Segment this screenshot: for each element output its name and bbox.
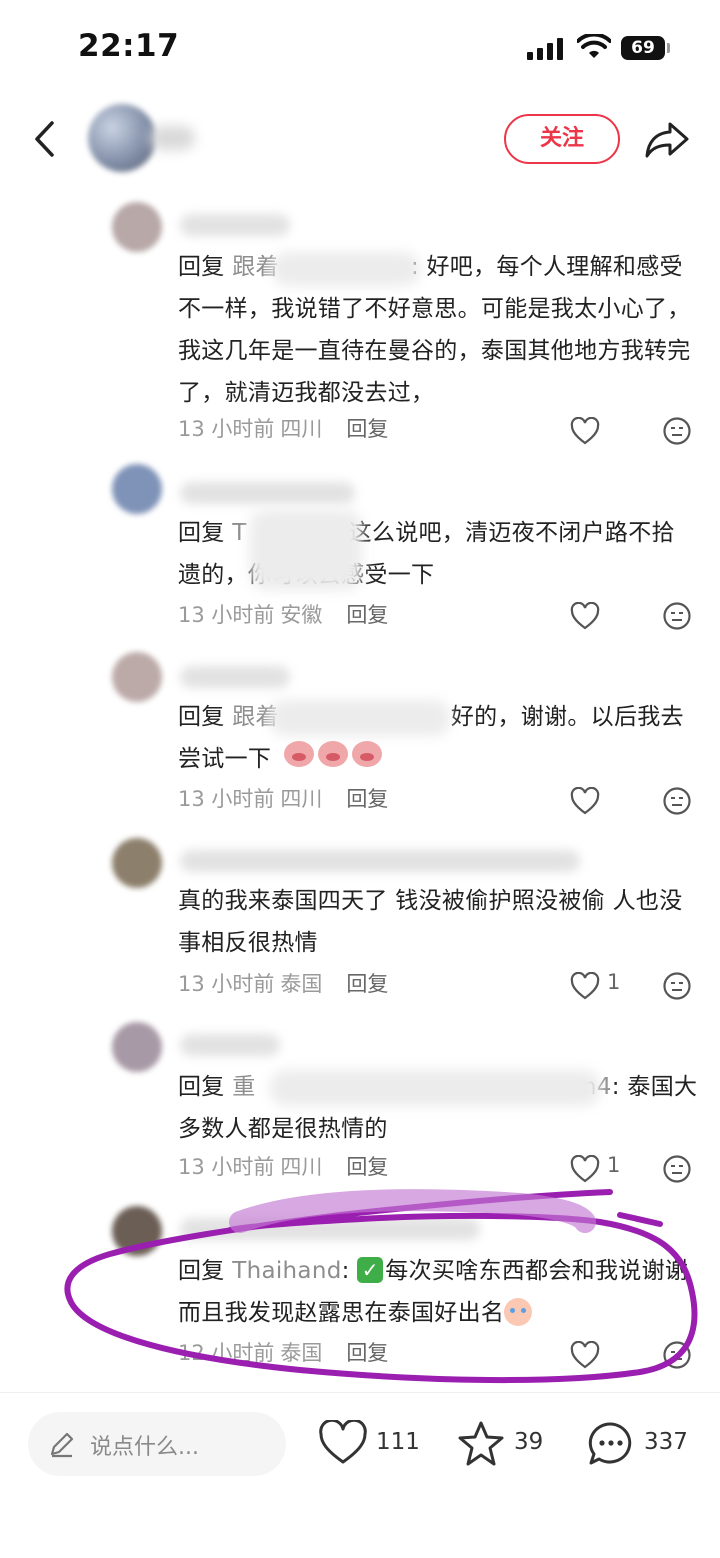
dislike-face-icon[interactable] bbox=[662, 601, 692, 631]
commenter-avatar[interactable] bbox=[112, 1206, 162, 1256]
check-mark-emoji-icon: ✓ bbox=[357, 1256, 384, 1283]
pig-emoji-group bbox=[284, 741, 386, 770]
comment-meta: 13 小时前 四川 回复 bbox=[178, 1155, 389, 1179]
star-icon bbox=[458, 1421, 504, 1466]
commenter-avatar[interactable] bbox=[112, 652, 162, 702]
comment-item-highlighted: 回复 Thaihand: ✓ 每次买啥东西都会和我说谢谢 而且我发现赵露思在泰国好… bbox=[0, 1202, 720, 1382]
comment-item: 回复 跟着 好的，谢谢。以后我去尝试一下 13 小时前 四川 回复 bbox=[0, 648, 720, 828]
reply-button[interactable]: 回复 bbox=[346, 603, 388, 627]
comment-meta: 13 小时前 安徽 回复 bbox=[178, 603, 389, 627]
reply-button[interactable]: 回复 bbox=[346, 417, 388, 441]
signal-icon bbox=[527, 38, 565, 60]
comment-item: 回复 T这么说吧，清迈夜不闭户路不拾遗的，你可以去感受一下 13 小时前安徽回复 bbox=[0, 460, 720, 640]
commenter-avatar[interactable] bbox=[112, 202, 162, 252]
dislike-face-icon[interactable] bbox=[662, 786, 692, 816]
mention-redaction bbox=[272, 252, 420, 286]
heart-icon[interactable] bbox=[570, 972, 600, 1000]
author-name-redacted bbox=[150, 126, 195, 150]
comment-meta: 13 小时前 四川 回复 bbox=[178, 417, 389, 441]
heart-icon[interactable] bbox=[570, 787, 600, 815]
comment-input[interactable]: 说点什么... bbox=[28, 1412, 286, 1476]
dislike-face-icon[interactable] bbox=[662, 1154, 692, 1184]
pencil-icon bbox=[50, 1432, 74, 1458]
heart-icon[interactable] bbox=[570, 1341, 600, 1369]
comment-meta: 13 小时前 四川 回复 bbox=[178, 787, 389, 811]
reply-button[interactable]: 回复 bbox=[346, 972, 388, 996]
back-arrow-icon[interactable] bbox=[30, 120, 60, 158]
commenter-avatar[interactable] bbox=[112, 838, 162, 888]
commenter-name-redacted bbox=[180, 214, 290, 236]
comment-meta: 13 小时前 泰国 回复 bbox=[178, 972, 389, 996]
comment-text: 回复 跟着: 好吧，每个人理解和感受不一样，我说错了不好意思。可能是我太小心了，… bbox=[178, 254, 691, 406]
pig-emoji-icon bbox=[352, 741, 382, 767]
collect-button[interactable]: 39 bbox=[456, 1420, 551, 1468]
heart-icon[interactable] bbox=[570, 417, 600, 445]
dislike-face-icon[interactable] bbox=[662, 1340, 692, 1370]
heart-icon[interactable] bbox=[570, 1155, 600, 1183]
dislike-face-icon[interactable] bbox=[662, 971, 692, 1001]
mention-redaction bbox=[270, 700, 450, 736]
comment-meta: 12 小时前 泰国 回复 bbox=[178, 1341, 389, 1365]
like-button[interactable]: 111 bbox=[318, 1420, 420, 1468]
comment-text: 回复 Thaihand: ✓ 每次买啥东西都会和我说谢谢 而且我发现赵露思在泰国好… bbox=[178, 1256, 689, 1326]
comment-button[interactable]: 337 bbox=[586, 1420, 696, 1468]
comment-item: 回复 跟着: 好吧，每个人理解和感受不一样，我说错了不好意思。可能是我太小心了，… bbox=[0, 196, 720, 456]
reply-button[interactable]: 回复 bbox=[346, 1155, 388, 1179]
battery-tip bbox=[667, 43, 670, 53]
commenter-avatar[interactable] bbox=[112, 1022, 162, 1072]
mention-redaction bbox=[270, 1070, 600, 1106]
follow-button[interactable]: 关注 bbox=[504, 114, 620, 164]
commenter-name-redacted bbox=[180, 850, 580, 872]
bottom-divider bbox=[0, 1392, 720, 1393]
pig-emoji-icon bbox=[284, 741, 314, 767]
like-count: 1 bbox=[607, 1153, 621, 1177]
battery-icon: 69 bbox=[621, 36, 665, 60]
reply-button[interactable]: 回复 bbox=[346, 787, 388, 811]
heart-icon[interactable] bbox=[570, 602, 600, 630]
post-header: 关注 bbox=[0, 96, 720, 186]
commenter-name-redacted bbox=[180, 1034, 280, 1056]
status-time: 22:17 bbox=[78, 28, 180, 64]
comment-text: 真的我来泰国四天了 钱没被偷护照没被偷 人也没事相反很热情 bbox=[178, 888, 683, 956]
collect-count: 39 bbox=[514, 1429, 544, 1455]
status-bar: 22:17 69 bbox=[0, 0, 720, 96]
input-placeholder: 说点什么... bbox=[90, 1435, 199, 1460]
comment-bubble-icon bbox=[588, 1422, 632, 1465]
reply-button[interactable]: 回复 bbox=[346, 1341, 388, 1365]
comment-item: 真的我来泰国四天了 钱没被偷护照没被偷 人也没事相反很热情 13 小时前 泰国 回复… bbox=[0, 834, 720, 1014]
pig-emoji-icon bbox=[318, 741, 348, 767]
share-icon[interactable] bbox=[644, 120, 690, 160]
author-avatar[interactable] bbox=[88, 104, 156, 172]
commenter-name-redacted bbox=[180, 666, 290, 688]
comment-item: 回复 重on4: 泰国大多数人都是很热情的 13 小时前四川回复 1 bbox=[0, 1018, 720, 1198]
mention-redaction bbox=[250, 510, 362, 590]
dislike-face-icon[interactable] bbox=[662, 416, 692, 446]
comment-count: 337 bbox=[644, 1429, 688, 1455]
wifi-icon bbox=[577, 34, 611, 58]
crying-face-emoji-icon bbox=[504, 1297, 533, 1326]
commenter-name-redacted bbox=[180, 1218, 480, 1240]
commenter-name-redacted bbox=[180, 482, 355, 504]
like-count: 111 bbox=[376, 1429, 420, 1455]
heart-icon bbox=[319, 1420, 367, 1464]
like-count: 1 bbox=[607, 970, 621, 994]
commenter-avatar[interactable] bbox=[112, 464, 162, 514]
